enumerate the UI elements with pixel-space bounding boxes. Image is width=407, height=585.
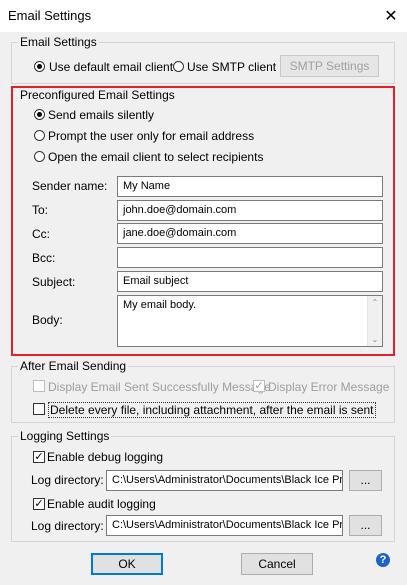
scroll-down-icon[interactable]: ⌄ xyxy=(368,335,382,344)
cc-input[interactable]: jane.doe@domain.com xyxy=(117,223,383,244)
display-error-label[interactable]: Display Error Message xyxy=(268,380,389,394)
use-default-label[interactable]: Use default email client xyxy=(49,60,173,74)
debug-logging-label[interactable]: Enable debug logging xyxy=(47,450,163,464)
prompt-user-radio[interactable] xyxy=(34,130,45,141)
sender-name-label: Sender name: xyxy=(32,179,108,193)
bcc-label: Bcc: xyxy=(32,251,56,265)
delete-files-label[interactable]: Delete every file, including attachment,… xyxy=(48,402,376,418)
help-icon[interactable]: ? xyxy=(376,553,390,567)
delete-files-checkbox[interactable] xyxy=(33,403,45,415)
close-icon[interactable]: ✕ xyxy=(382,6,400,26)
prompt-user-label[interactable]: Prompt the user only for email address xyxy=(48,129,254,143)
subject-label: Subject: xyxy=(32,275,76,289)
display-sent-label[interactable]: Display Email Sent Successfully Message xyxy=(48,380,271,394)
display-sent-checkbox[interactable] xyxy=(33,380,45,392)
debug-dir-label: Log directory: xyxy=(31,473,104,487)
display-error-checkbox[interactable]: ✓ xyxy=(253,380,265,392)
open-client-radio[interactable] xyxy=(34,151,45,162)
subject-input[interactable]: Email subject xyxy=(117,271,383,292)
scroll-up-icon[interactable]: ⌃ xyxy=(368,298,382,307)
audit-logging-checkbox[interactable]: ✓ xyxy=(33,498,45,510)
send-silently-radio[interactable] xyxy=(34,109,45,120)
use-smtp-radio[interactable] xyxy=(173,61,184,72)
bcc-input[interactable] xyxy=(117,247,383,268)
audit-dir-label: Log directory: xyxy=(31,519,104,533)
audit-dir-input[interactable]: C:\Users\Administrator\Documents\Black I… xyxy=(106,515,343,536)
email-settings-legend: Email Settings xyxy=(18,35,99,49)
after-sending-legend: After Email Sending xyxy=(18,359,129,373)
logging-legend: Logging Settings xyxy=(18,429,112,443)
cc-label: Cc: xyxy=(32,227,50,241)
preconfigured-legend: Preconfigured Email Settings xyxy=(18,88,177,102)
body-label: Body: xyxy=(32,313,63,327)
body-scrollbar[interactable]: ⌃ ⌄ xyxy=(367,296,382,346)
body-text: My email body. xyxy=(123,299,197,311)
send-silently-label[interactable]: Send emails silently xyxy=(48,108,154,122)
debug-logging-checkbox[interactable]: ✓ xyxy=(33,451,45,463)
cancel-button[interactable]: Cancel xyxy=(241,553,313,575)
audit-dir-browse-button[interactable]: ... xyxy=(349,515,382,536)
use-smtp-label[interactable]: Use SMTP client xyxy=(187,60,276,74)
window-title: Email Settings xyxy=(8,8,92,23)
ok-button[interactable]: OK xyxy=(91,553,163,575)
use-default-radio[interactable] xyxy=(34,61,45,72)
to-input[interactable]: john.doe@domain.com xyxy=(117,200,383,221)
body-textarea[interactable]: My email body. ⌃ ⌄ xyxy=(117,295,383,347)
open-client-label[interactable]: Open the email client to select recipien… xyxy=(48,150,263,164)
sender-name-input[interactable]: My Name xyxy=(117,176,383,197)
smtp-settings-button[interactable]: SMTP Settings xyxy=(280,55,379,77)
to-label: To: xyxy=(32,203,49,217)
debug-dir-input[interactable]: C:\Users\Administrator\Documents\Black I… xyxy=(106,470,343,491)
debug-dir-browse-button[interactable]: ... xyxy=(349,470,382,491)
audit-logging-label[interactable]: Enable audit logging xyxy=(47,497,156,511)
